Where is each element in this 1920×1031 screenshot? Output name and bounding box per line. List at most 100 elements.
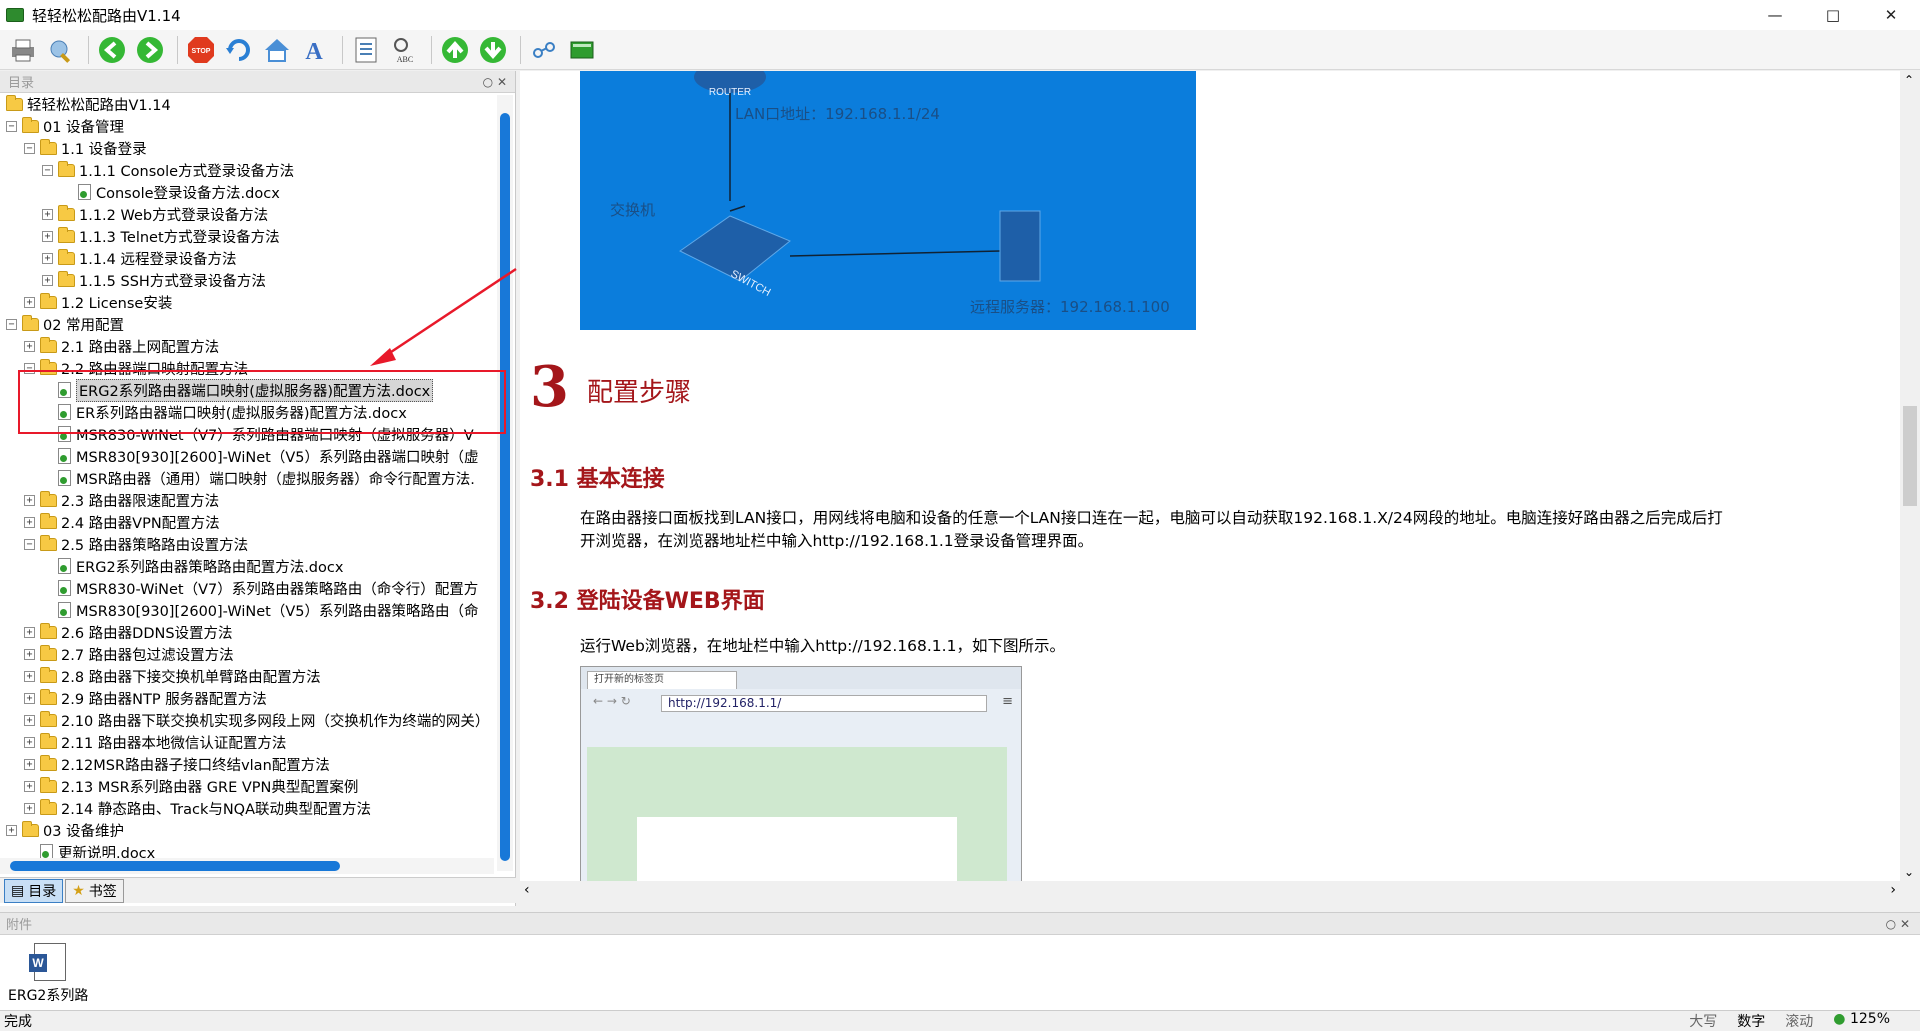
tree-folder-node[interactable]: +1.1.2 Web方式登录设备方法 xyxy=(42,203,268,225)
tree-node-label: 2.12MSR路由器子接口终结vlan配置方法 xyxy=(61,757,330,774)
tree-folder-node[interactable]: +1.2 License安装 xyxy=(24,291,172,313)
scroll-up-icon[interactable]: ⌃ xyxy=(1904,73,1914,87)
expand-icon[interactable]: + xyxy=(24,516,35,528)
tree-folder-node[interactable]: − 01 设备管理 xyxy=(6,115,124,137)
tree-folder-node[interactable]: +2.13 MSR系列路由器 GRE VPN典型配置案例 xyxy=(24,775,358,797)
book-button[interactable] xyxy=(565,33,599,67)
folder-icon xyxy=(40,622,57,639)
link-button[interactable] xyxy=(527,33,561,67)
contents-tree: 轻轻松松配路由V1.14−01 设备管理 −1.1 设备登录 −1.1.1 Cons… xyxy=(0,93,496,871)
up-button[interactable] xyxy=(438,33,472,67)
contents-button[interactable] xyxy=(349,33,383,67)
document-vertical-scrollbar[interactable]: ⌃ ⌄ xyxy=(1900,71,1920,881)
pane-pin-close-icon[interactable]: ○ ✕ xyxy=(1886,917,1910,931)
expand-icon[interactable]: + xyxy=(42,208,53,220)
tree-folder-node[interactable]: +2.11 路由器本地微信认证配置方法 xyxy=(24,731,286,753)
down-button[interactable] xyxy=(476,33,510,67)
collapse-icon[interactable]: − xyxy=(42,164,53,176)
scroll-thumb[interactable] xyxy=(1903,406,1917,506)
tree-folder-node[interactable]: − 1.1.1 Console方式登录设备方法 xyxy=(42,159,294,181)
expand-icon[interactable]: + xyxy=(24,340,35,352)
tree-folder-node[interactable]: − 1.1 设备登录 xyxy=(24,137,147,159)
stop-button[interactable]: STOP xyxy=(184,33,218,67)
close-button[interactable]: ✕ xyxy=(1862,0,1920,30)
collapse-icon[interactable]: − xyxy=(24,142,35,154)
tab-bookmarks[interactable]: ★ 书签 xyxy=(65,878,124,903)
tree-folder-node[interactable]: +2.12MSR路由器子接口终结vlan配置方法 xyxy=(24,753,330,775)
collapse-icon[interactable]: − xyxy=(24,538,35,550)
folder-icon xyxy=(40,512,57,529)
expand-icon[interactable]: + xyxy=(24,296,35,308)
document-icon xyxy=(58,448,71,464)
expand-icon[interactable]: + xyxy=(6,824,17,836)
tree-folder-node[interactable]: +03 设备维护 xyxy=(6,819,124,841)
tree-document-node[interactable]: ERG2系列路由器策略路由配置方法.docx xyxy=(58,555,343,577)
tree-document-node[interactable]: Console登录设备方法.docx xyxy=(78,181,280,203)
zoom-level[interactable]: ● 125% xyxy=(1833,1011,1890,1031)
expand-icon[interactable]: + xyxy=(24,626,35,638)
minimize-button[interactable]: — xyxy=(1746,0,1804,30)
tree-folder-node[interactable]: +2.10 路由器下联交换机实现多网段上网（交换机作为终端的网关） xyxy=(24,709,489,731)
spellcheck-button[interactable]: ABC xyxy=(387,33,421,67)
scroll-down-icon[interactable]: ⌄ xyxy=(1904,865,1914,879)
tree-folder-node[interactable]: +2.9 路由器NTP 服务器配置方法 xyxy=(24,687,267,709)
document-icon xyxy=(58,558,71,574)
tree-document-node[interactable]: MSR路由器（通用）端口映射（虚拟服务器）命令行配置方法. xyxy=(58,467,475,489)
tree-document-node[interactable]: MSR830-WiNet（V7）系列路由器策略路由（命令行）配置方 xyxy=(58,577,478,599)
folder-icon xyxy=(58,204,75,221)
font-button[interactable]: A xyxy=(298,33,332,67)
expand-icon[interactable]: + xyxy=(24,494,35,506)
expand-icon[interactable]: + xyxy=(24,758,35,770)
expand-icon[interactable]: + xyxy=(42,252,53,264)
scroll-thumb[interactable] xyxy=(500,113,510,861)
refresh-button[interactable] xyxy=(222,33,256,67)
tree-folder-node[interactable]: +2.1 路由器上网配置方法 xyxy=(24,335,219,357)
word-doc-icon[interactable] xyxy=(29,943,66,981)
tree-folder-node[interactable]: − 2.5 路由器策略路由设置方法 xyxy=(24,533,248,555)
expand-icon[interactable]: + xyxy=(24,736,35,748)
expand-icon[interactable]: + xyxy=(24,692,35,704)
tree-folder-node[interactable]: +2.4 路由器VPN配置方法 xyxy=(24,511,220,533)
expand-icon[interactable]: + xyxy=(24,802,35,814)
tree-document-node[interactable]: MSR830[930][2600]-WiNet（V5）系列路由器端口映射（虚 xyxy=(58,445,478,467)
print-button[interactable] xyxy=(6,33,40,67)
browser-tab-bar: 打开新的标签页 xyxy=(581,667,1021,689)
tree-document-node[interactable]: MSR830[930][2600]-WiNet（V5）系列路由器策略路由（命 xyxy=(58,599,478,621)
contents-pane: 目录 ○ ✕ 轻轻松松配路由V1.14−01 设备管理 −1.1 设备登录 −1.1… xyxy=(0,71,516,906)
expand-icon[interactable]: + xyxy=(24,670,35,682)
expand-icon[interactable]: + xyxy=(24,648,35,660)
settings-button[interactable] xyxy=(44,33,78,67)
folder-icon xyxy=(40,776,57,793)
tree-folder-node[interactable]: − 02 常用配置 xyxy=(6,313,124,335)
folder-icon xyxy=(58,248,75,265)
pane-pin-close-icon[interactable]: ○ ✕ xyxy=(483,75,507,89)
tree-vertical-scrollbar[interactable] xyxy=(497,95,513,871)
back-button[interactable] xyxy=(95,33,129,67)
home-button[interactable] xyxy=(260,33,294,67)
tab-contents[interactable]: ▤ 目录 xyxy=(4,878,64,903)
tree-folder-node[interactable]: +2.3 路由器限速配置方法 xyxy=(24,489,219,511)
attachment-file-name[interactable]: ERG2系列路 xyxy=(8,985,88,1005)
expand-icon[interactable]: + xyxy=(24,780,35,792)
collapse-icon[interactable]: − xyxy=(6,120,17,132)
tree-folder-node[interactable]: +2.8 路由器下接交换机单臂路由配置方法 xyxy=(24,665,321,687)
scroll-left-icon[interactable]: ‹ xyxy=(524,882,530,898)
document-horizontal-scrollbar[interactable]: ‹ › xyxy=(520,881,1902,901)
tree-folder-node[interactable]: +2.7 路由器包过滤设置方法 xyxy=(24,643,234,665)
maximize-button[interactable]: □ xyxy=(1804,0,1862,30)
expand-icon[interactable]: + xyxy=(42,230,53,242)
tree-folder-node[interactable]: +2.6 路由器DDNS设置方法 xyxy=(24,621,233,643)
scroll-thumb[interactable] xyxy=(10,861,340,871)
tree-folder-node[interactable]: 轻轻松松配路由V1.14 xyxy=(6,93,171,115)
scroll-right-icon[interactable]: › xyxy=(1890,882,1896,898)
expand-icon[interactable]: + xyxy=(42,274,53,286)
expand-icon[interactable]: + xyxy=(24,714,35,726)
forward-button[interactable] xyxy=(133,33,167,67)
collapse-icon[interactable]: − xyxy=(6,318,17,330)
tree-folder-node[interactable]: +1.1.4 远程登录设备方法 xyxy=(42,247,237,269)
tree-horizontal-scrollbar[interactable] xyxy=(0,858,494,874)
tree-folder-node[interactable]: +1.1.5 SSH方式登录设备方法 xyxy=(42,269,266,291)
tree-folder-node[interactable]: +1.1.3 Telnet方式登录设备方法 xyxy=(42,225,280,247)
tree-node-label: 2.13 MSR系列路由器 GRE VPN典型配置案例 xyxy=(61,779,359,796)
tree-folder-node[interactable]: +2.14 静态路由、Track与NQA联动典型配置方法 xyxy=(24,797,371,819)
